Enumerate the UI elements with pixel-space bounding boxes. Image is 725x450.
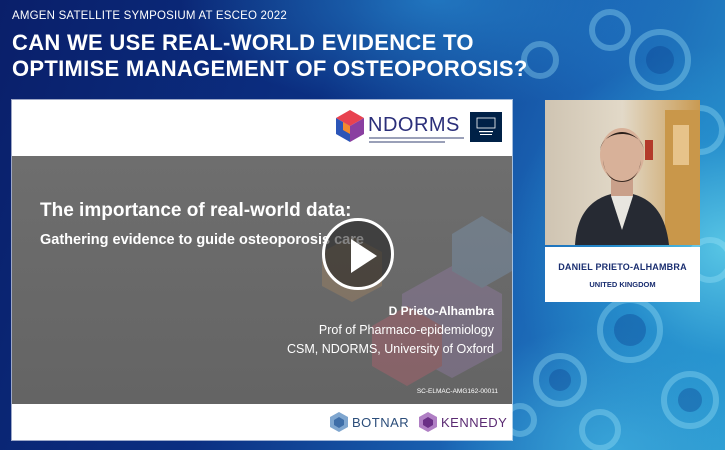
- play-button[interactable]: [322, 218, 394, 290]
- slide-header: NDORMS: [12, 100, 512, 150]
- slide-code: SC-ELMAC-AMG162-00011: [416, 388, 498, 395]
- speaker-video: [545, 100, 700, 245]
- botnar-logo-icon: [330, 412, 348, 432]
- speaker-card: DANIEL PRIETO-ALHAMBRA UNITED KINGDOM: [545, 247, 700, 302]
- speaker-name: DANIEL PRIETO-ALHAMBRA: [558, 262, 687, 272]
- presenter-affiliation: CSM, NDORMS, University of Oxford: [287, 342, 494, 356]
- presentation-slide[interactable]: NDORMS The importance of real-world data…: [12, 100, 512, 440]
- headline-line-1: CAN WE USE REAL-WORLD EVIDENCE TO: [12, 30, 474, 55]
- ndorms-logo-icon: [336, 110, 364, 142]
- kennedy-logo-text: KENNEDY: [441, 415, 508, 430]
- play-icon: [351, 239, 377, 273]
- botnar-logo-text: BOTNAR: [352, 415, 410, 430]
- oxford-logo-icon: [470, 112, 502, 142]
- slide-footer: BOTNAR KENNEDY: [12, 404, 512, 440]
- page-title: CAN WE USE REAL-WORLD EVIDENCE TO OPTIMI…: [12, 30, 532, 82]
- speaker-portrait: [575, 110, 700, 245]
- ndorms-logo-text: NDORMS: [368, 114, 460, 136]
- ndorms-logo-subtext: [369, 137, 464, 143]
- headline-line-2: OPTIMISE MANAGEMENT OF OSTEOPOROSIS?: [12, 56, 528, 81]
- event-label: AMGEN SATELLITE SYMPOSIUM AT ESCEO 2022: [12, 10, 287, 22]
- speaker-country: UNITED KINGDOM: [589, 280, 656, 289]
- presenter-name: D Prieto-Alhambra: [388, 304, 494, 318]
- slide-subtitle: Gathering evidence to guide osteoporosis…: [40, 232, 364, 248]
- presenter-role: Prof of Pharmaco-epidemiology: [318, 323, 494, 337]
- kennedy-logo-icon: [419, 412, 437, 432]
- presenter-block: D Prieto-Alhambra Prof of Pharmaco-epide…: [287, 302, 494, 359]
- slide-title: The importance of real-world data:: [40, 200, 352, 221]
- slide-body: The importance of real-world data: Gathe…: [12, 156, 512, 404]
